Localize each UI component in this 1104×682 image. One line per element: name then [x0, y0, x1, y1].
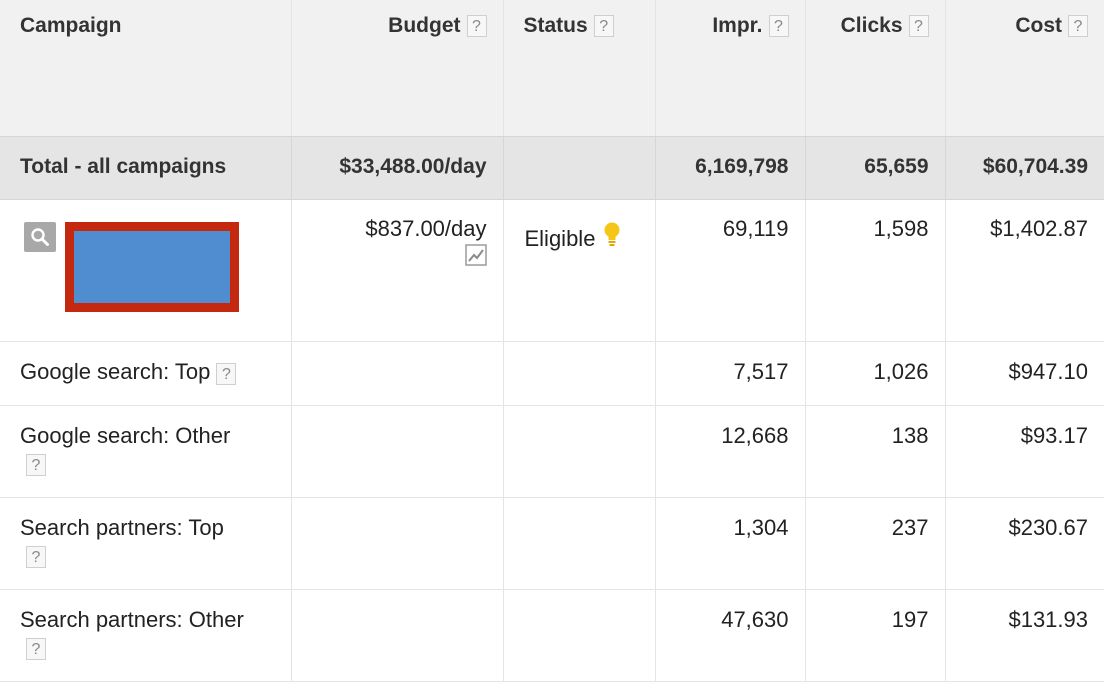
segment-label: Google search: Top — [20, 359, 211, 384]
total-clicks: 65,659 — [864, 155, 929, 178]
col-header-status-label[interactable]: Status — [524, 14, 588, 38]
col-header-budget-label[interactable]: Budget — [388, 14, 460, 38]
help-icon[interactable]: ? — [216, 363, 237, 385]
segment-impr: 1,304 — [733, 515, 789, 540]
segment-cost: $230.67 — [1008, 515, 1088, 540]
help-icon[interactable]: ? — [26, 638, 46, 660]
segment-row: Google search: Top? 7,517 1,026 $947.10 — [0, 341, 1104, 406]
total-impr: 6,169,798 — [695, 155, 789, 178]
col-header-budget[interactable]: Budget? — [291, 0, 504, 137]
total-cost: $60,704.39 — [982, 155, 1088, 178]
col-header-cost-label[interactable]: Cost — [1015, 14, 1062, 38]
segment-label: Search partners: Other — [20, 607, 244, 632]
campaign-clicks: 1,598 — [873, 216, 929, 241]
segment-label: Search partners: Top — [20, 515, 224, 540]
segment-cost: $131.93 — [1008, 607, 1088, 632]
total-budget: $33,488.00/day — [339, 155, 487, 178]
help-icon[interactable]: ? — [1068, 15, 1088, 37]
help-icon[interactable]: ? — [768, 15, 789, 37]
col-header-clicks[interactable]: Clicks? — [805, 0, 946, 137]
table-header-row: Campaign Budget? Status? Impr.? Clicks? … — [0, 0, 1104, 137]
segment-clicks: 138 — [891, 423, 929, 448]
col-header-cost[interactable]: Cost? — [945, 0, 1104, 137]
campaign-status: Eligible — [524, 226, 596, 251]
col-header-status[interactable]: Status? — [503, 0, 656, 137]
help-icon[interactable]: ? — [26, 454, 46, 476]
segment-impr: 7,517 — [733, 359, 789, 384]
help-icon[interactable]: ? — [26, 546, 46, 568]
campaign-budget: $837.00/day — [365, 216, 487, 241]
total-label: Total - all campaigns — [20, 155, 227, 178]
segment-label: Google search: Other — [20, 423, 231, 448]
segment-row: Search partners: Other? 47,630 197 $131.… — [0, 589, 1104, 682]
help-icon[interactable]: ? — [908, 15, 929, 37]
redacted-campaign-name[interactable] — [65, 222, 239, 312]
segment-clicks: 197 — [891, 607, 929, 632]
help-icon[interactable]: ? — [593, 15, 614, 37]
search-icon[interactable] — [24, 222, 56, 252]
segment-cost: $947.10 — [1008, 359, 1088, 384]
col-header-impr[interactable]: Impr.? — [655, 0, 806, 137]
help-icon[interactable]: ? — [466, 15, 487, 37]
segment-impr: 12,668 — [721, 423, 789, 448]
total-row: Total - all campaigns $33,488.00/day 6,1… — [0, 136, 1104, 200]
lightbulb-icon[interactable] — [603, 222, 621, 254]
campaign-row: $837.00/day Eligible 69,119 1,598 $1,402… — [0, 199, 1104, 342]
segment-clicks: 1,026 — [873, 359, 929, 384]
col-header-campaign-label[interactable]: Campaign — [20, 14, 122, 38]
campaign-cost: $1,402.87 — [990, 216, 1088, 241]
segment-cost: $93.17 — [1020, 423, 1088, 448]
segment-impr: 47,630 — [721, 607, 789, 632]
col-header-clicks-label[interactable]: Clicks — [841, 14, 903, 38]
trend-chart-icon[interactable] — [464, 244, 487, 272]
col-header-campaign[interactable]: Campaign — [0, 0, 292, 137]
segment-row: Google search: Other? 12,668 138 $93.17 — [0, 405, 1104, 498]
col-header-impr-label[interactable]: Impr. — [712, 14, 762, 38]
campaign-impr: 69,119 — [722, 216, 789, 241]
segment-clicks: 237 — [891, 515, 929, 540]
campaign-stats-table: Campaign Budget? Status? Impr.? Clicks? … — [0, 0, 1104, 682]
segment-row: Search partners: Top? 1,304 237 $230.67 — [0, 497, 1104, 590]
